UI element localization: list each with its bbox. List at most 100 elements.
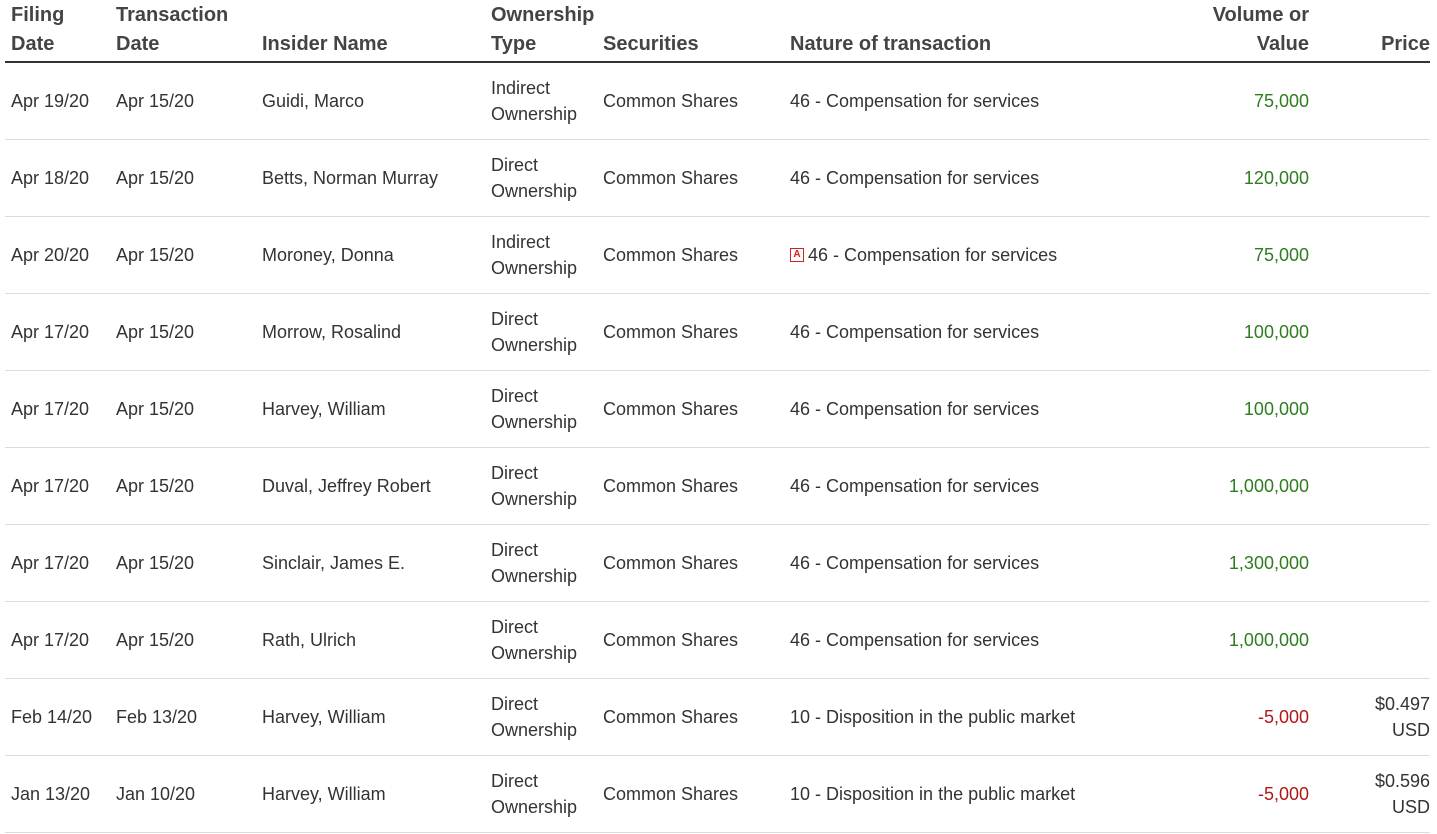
insider-name-cell: Moroney, Donna bbox=[256, 216, 485, 294]
price-value: $0.596 bbox=[1374, 771, 1430, 791]
table-header: Filing Date Transaction Date Insider Name … bbox=[5, 0, 1430, 63]
ownership-type-cell: Direct Ownership bbox=[485, 139, 597, 217]
ownership-type-cell: Direct Ownership bbox=[485, 370, 597, 448]
nature-cell: 10 - Disposition in the public market bbox=[784, 755, 1152, 833]
price-value: $0.497 bbox=[1374, 694, 1430, 714]
price-currency: USD bbox=[1391, 797, 1430, 817]
header-filing-date[interactable]: Filing Date bbox=[5, 0, 110, 63]
nature-text: 10 - Disposition in the public market bbox=[790, 784, 1076, 804]
table-row[interactable]: Apr 20/20 Apr 15/20 Moroney, Donna Indirect… bbox=[5, 216, 1430, 294]
pdf-document-icon[interactable]: A bbox=[790, 248, 804, 263]
nature-cell: 46 - Compensation for services bbox=[784, 62, 1152, 140]
transaction-date-cell: Apr 15/20 bbox=[110, 601, 256, 679]
transaction-date-cell: Apr 15/20 bbox=[110, 139, 256, 217]
securities-cell: Common Shares bbox=[597, 139, 784, 217]
insider-name-cell: Harvey, William bbox=[256, 370, 485, 448]
ownership-type-line1: Direct bbox=[491, 694, 539, 714]
filing-date-cell: Apr 17/20 bbox=[5, 601, 110, 679]
securities-cell: Common Shares bbox=[597, 601, 784, 679]
header-transaction-date[interactable]: Transaction Date bbox=[110, 0, 256, 63]
ownership-type-line1: Direct bbox=[491, 463, 539, 483]
nature-text: 46 - Compensation for services bbox=[790, 322, 1040, 342]
ownership-type-line1: Direct bbox=[491, 540, 539, 560]
table-row[interactable]: Apr 18/20 Apr 15/20 Betts, Norman Murray Di… bbox=[5, 139, 1430, 217]
table-row[interactable]: Feb 14/20 Feb 13/20 Harvey, William Direct O… bbox=[5, 678, 1430, 756]
price-cell bbox=[1309, 524, 1430, 602]
volume-cell: 1,000,000 bbox=[1152, 447, 1309, 525]
table-row[interactable]: Apr 17/20 Apr 15/20 Rath, Ulrich Direct Owne… bbox=[5, 601, 1430, 679]
insider-name-cell: Duval, Jeffrey Robert bbox=[256, 447, 485, 525]
ownership-type-line2: Ownership bbox=[491, 181, 578, 201]
transaction-date-cell: Apr 15/20 bbox=[110, 447, 256, 525]
ownership-type-line1: Direct bbox=[491, 386, 539, 406]
nature-text: 10 - Disposition in the public market bbox=[790, 707, 1076, 727]
table-row[interactable]: Apr 17/20 Apr 15/20 Duval, Jeffrey Robert D… bbox=[5, 447, 1430, 525]
nature-text: 46 - Compensation for services bbox=[790, 168, 1040, 188]
header-volume-or-value[interactable]: Volume or Value bbox=[1152, 0, 1309, 63]
filing-date-cell: Apr 19/20 bbox=[5, 62, 110, 140]
securities-cell: Common Shares bbox=[597, 216, 784, 294]
nature-cell: 46 - Compensation for services bbox=[784, 601, 1152, 679]
header-insider-name[interactable]: Insider Name bbox=[256, 0, 485, 63]
ownership-type-line2: Ownership bbox=[491, 797, 578, 817]
securities-cell: Common Shares bbox=[597, 293, 784, 371]
header-ownership-type[interactable]: Ownership Type bbox=[485, 0, 597, 63]
filing-date-cell: Apr 17/20 bbox=[5, 524, 110, 602]
nature-text: 46 - Compensation for services bbox=[808, 245, 1058, 265]
nature-cell: 46 - Compensation for services bbox=[784, 293, 1152, 371]
price-cell bbox=[1309, 370, 1430, 448]
securities-cell: Common Shares bbox=[597, 755, 784, 833]
ownership-type-cell: Direct Ownership bbox=[485, 447, 597, 525]
volume-cell: 1,000,000 bbox=[1152, 601, 1309, 679]
ownership-type-cell: Indirect Ownership bbox=[485, 62, 597, 140]
table-row[interactable]: Apr 19/20 Apr 15/20 Guidi, Marco Indirect Ow… bbox=[5, 62, 1430, 140]
ownership-type-line2: Ownership bbox=[491, 335, 578, 355]
nature-text: 46 - Compensation for services bbox=[790, 476, 1040, 496]
table-row[interactable]: Apr 17/20 Apr 15/20 Harvey, William Direct O… bbox=[5, 370, 1430, 448]
nature-text: 46 - Compensation for services bbox=[790, 630, 1040, 650]
price-currency: USD bbox=[1391, 720, 1430, 740]
ownership-type-cell: Direct Ownership bbox=[485, 678, 597, 756]
volume-cell: 100,000 bbox=[1152, 370, 1309, 448]
price-cell bbox=[1309, 216, 1430, 294]
ownership-type-line2: Ownership bbox=[491, 258, 578, 278]
ownership-type-line1: Direct bbox=[491, 771, 539, 791]
ownership-type-line2: Ownership bbox=[491, 720, 578, 740]
volume-cell: -5,000 bbox=[1152, 678, 1309, 756]
securities-cell: Common Shares bbox=[597, 524, 784, 602]
header-price[interactable]: Price bbox=[1309, 0, 1430, 63]
transaction-date-cell: Apr 15/20 bbox=[110, 293, 256, 371]
ownership-type-cell: Direct Ownership bbox=[485, 755, 597, 833]
ownership-type-cell: Direct Ownership bbox=[485, 524, 597, 602]
ownership-type-line2: Ownership bbox=[491, 489, 578, 509]
table-row[interactable]: Apr 17/20 Apr 15/20 Sinclair, James E. Dire… bbox=[5, 524, 1430, 602]
transaction-date-cell: Apr 15/20 bbox=[110, 62, 256, 140]
ownership-type-line2: Ownership bbox=[491, 566, 578, 586]
volume-cell: 120,000 bbox=[1152, 139, 1309, 217]
volume-cell: -5,000 bbox=[1152, 755, 1309, 833]
volume-cell: 75,000 bbox=[1152, 216, 1309, 294]
table-body: Apr 19/20 Apr 15/20 Guidi, Marco Indirect Ow… bbox=[5, 62, 1430, 833]
ownership-type-line1: Indirect bbox=[491, 78, 551, 98]
filing-date-cell: Jan 13/20 bbox=[5, 755, 110, 833]
ownership-type-line1: Direct bbox=[491, 309, 539, 329]
transaction-date-cell: Apr 15/20 bbox=[110, 370, 256, 448]
nature-cell: 10 - Disposition in the public market bbox=[784, 678, 1152, 756]
filing-date-cell: Apr 17/20 bbox=[5, 293, 110, 371]
table-row[interactable]: Jan 13/20 Jan 10/20 Harvey, William Direct O… bbox=[5, 755, 1430, 833]
header-securities[interactable]: Securities bbox=[597, 0, 784, 63]
nature-cell: 46 - Compensation for services bbox=[784, 139, 1152, 217]
price-cell bbox=[1309, 62, 1430, 140]
filing-date-cell: Apr 18/20 bbox=[5, 139, 110, 217]
insider-name-cell: Betts, Norman Murray bbox=[256, 139, 485, 217]
table-row[interactable]: Apr 17/20 Apr 15/20 Morrow, Rosalind Direct… bbox=[5, 293, 1430, 371]
ownership-type-line1: Indirect bbox=[491, 232, 551, 252]
filing-date-cell: Apr 17/20 bbox=[5, 447, 110, 525]
securities-cell: Common Shares bbox=[597, 447, 784, 525]
header-nature-of-transaction[interactable]: Nature of transaction bbox=[784, 0, 1152, 63]
nature-cell: 46 - Compensation for services bbox=[784, 524, 1152, 602]
price-cell bbox=[1309, 139, 1430, 217]
ownership-type-cell: Direct Ownership bbox=[485, 293, 597, 371]
transaction-date-cell: Apr 15/20 bbox=[110, 216, 256, 294]
filing-date-cell: Apr 17/20 bbox=[5, 370, 110, 448]
